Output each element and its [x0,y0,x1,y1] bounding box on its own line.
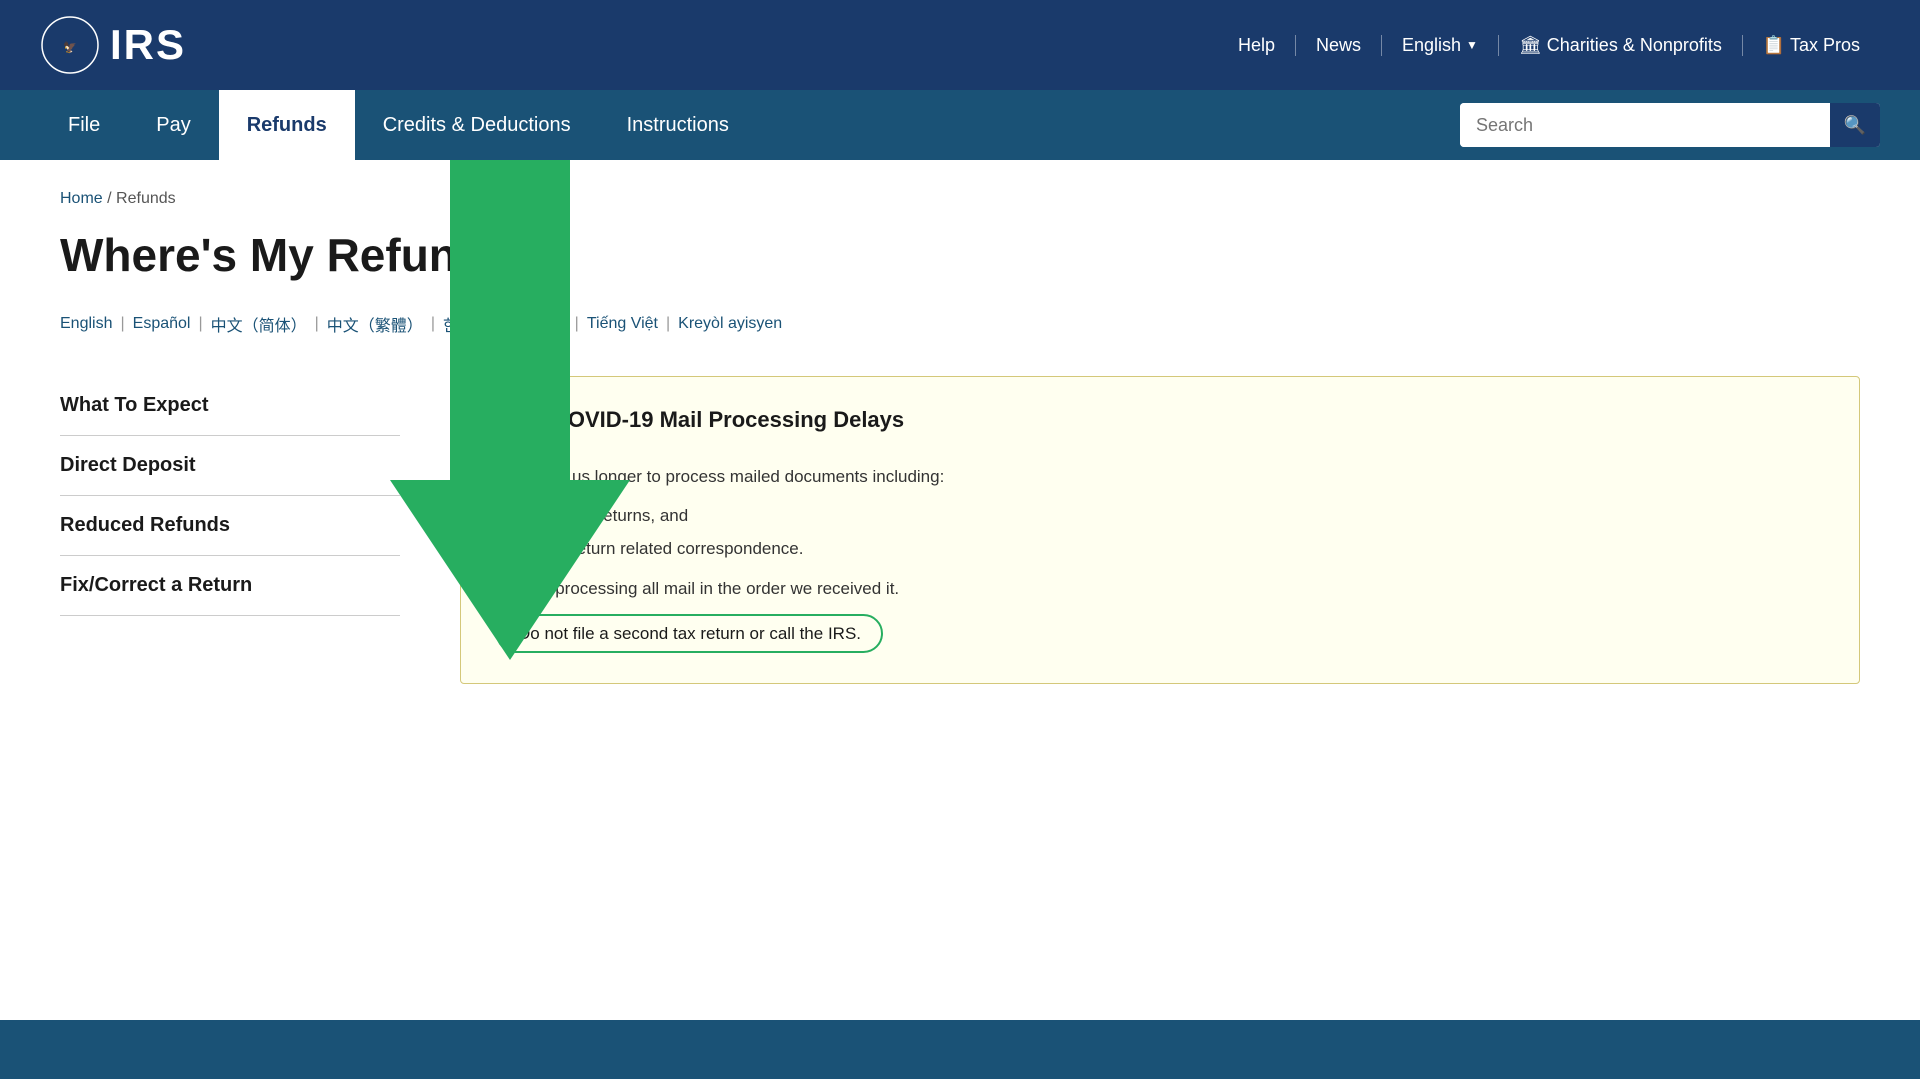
lang-korean[interactable]: 한국어 [443,312,487,336]
sidebar-item-direct-deposit[interactable]: Direct Deposit [60,436,400,496]
alert-bullets: Paper tax returns, and All tax return re… [520,502,1824,562]
english-link[interactable]: English ▼ [1382,35,1499,56]
breadcrumb-home[interactable]: Home [60,190,103,207]
charities-link[interactable]: 🏛 Charities & Nonprofits [1499,35,1743,56]
nav-pay[interactable]: Pay [128,90,218,160]
taxpros-icon: 📋 [1763,35,1790,55]
irs-eagle-icon: 🦅 [40,15,100,75]
news-link[interactable]: News [1296,35,1382,56]
sidebar: What To Expect Direct Deposit Reduced Re… [60,376,400,616]
alert-processing: We are processing all mail in the order … [496,575,1824,602]
sidebar-item-fix-correct[interactable]: Fix/Correct a Return [60,556,400,616]
main-content: Home / Refunds Where's My Refund? Englis… [0,160,1920,1020]
alert-body: It's taking us longer to process mailed … [496,463,1824,653]
top-bar: 🦅 IRS Help News English ▼ 🏛 Charities & … [0,0,1920,90]
two-column-layout: What To Expect Direct Deposit Reduced Re… [60,376,1860,684]
svg-text:🦅: 🦅 [63,40,77,54]
nav-instructions[interactable]: Instructions [599,90,757,160]
logo: 🦅 IRS [40,15,186,75]
breadcrumb-separator: / [107,190,111,207]
alert-bullet-2: All tax return related correspondence. [520,535,1824,562]
nav-credits[interactable]: Credits & Deductions [355,90,599,160]
bottom-bar [0,1020,1920,1050]
sidebar-item-reduced-refunds[interactable]: Reduced Refunds [60,496,400,556]
lang-chinese-simplified[interactable]: 中文（简体） [211,312,307,336]
help-link[interactable]: Help [1218,35,1296,56]
irs-logo-text: IRS [110,21,186,69]
alert-highlight: Do not file a second tax return or call … [496,614,883,653]
alert-intro: It's taking us longer to process mailed … [496,463,1824,490]
charities-icon: 🏛 [1519,35,1547,55]
nav-file[interactable]: File [40,90,128,160]
lang-russian[interactable]: Русский [507,315,566,333]
language-links: English | Español | 中文（简体） | 中文（繁體） | 한국… [60,312,1860,336]
top-bar-links: Help News English ▼ 🏛 Charities & Nonpro… [1218,35,1880,56]
alert-warning-icon: ! [496,409,534,447]
breadcrumb: Home / Refunds [60,190,1860,208]
taxpros-link[interactable]: 📋 Tax Pros [1743,35,1880,56]
nav-bar: File Pay Refunds Credits & Deductions In… [0,90,1920,160]
breadcrumb-current: Refunds [116,190,176,207]
page-title: Where's My Refund? [60,228,1860,282]
alert-title: COVID-19 Mail Processing Delays [552,407,904,433]
nav-links: File Pay Refunds Credits & Deductions In… [40,90,1460,160]
chevron-down-icon: ▼ [1466,38,1478,52]
search-icon: 🔍 [1844,115,1866,136]
search-box: 🔍 [1460,103,1880,147]
alert-box: ! COVID-19 Mail Processing Delays It's t… [460,376,1860,684]
search-input[interactable] [1460,103,1830,147]
lang-vietnamese[interactable]: Tiếng Việt [587,315,658,333]
search-button[interactable]: 🔍 [1830,103,1880,147]
lang-espanol[interactable]: Español [133,315,191,333]
sidebar-item-what-to-expect[interactable]: What To Expect [60,376,400,436]
alert-bullet-1: Paper tax returns, and [520,502,1824,529]
lang-creole[interactable]: Kreyòl ayisyen [678,315,782,333]
lang-chinese-traditional[interactable]: 中文（繁體） [327,312,423,336]
lang-english[interactable]: English [60,315,112,333]
nav-refunds[interactable]: Refunds [219,90,355,160]
alert-header: ! COVID-19 Mail Processing Delays [496,407,1824,447]
